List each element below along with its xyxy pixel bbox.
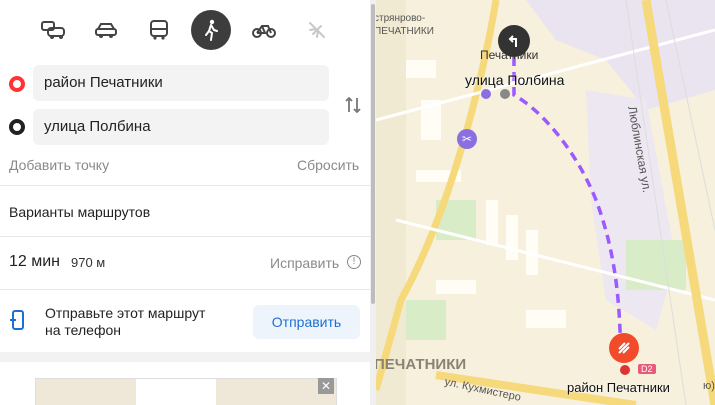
ad-close-button[interactable]: ✕ — [318, 378, 334, 394]
send-route-text: Отправьте этот маршрут на телефон — [45, 305, 205, 339]
airplane-icon — [309, 22, 325, 38]
mode-car[interactable] — [86, 10, 126, 50]
add-point-link[interactable]: Добавить точку — [9, 157, 109, 173]
bicycle-icon — [252, 25, 276, 38]
district-icon — [618, 342, 630, 354]
poi-services-icon[interactable]: ✂ — [457, 129, 477, 149]
mode-bicycle[interactable] — [244, 10, 284, 50]
map-street-label: стрянрово- — [376, 13, 426, 24]
mode-bus[interactable] — [139, 10, 179, 50]
map-district-label: ПЕЧАТНИКИ — [376, 356, 467, 373]
route-option[interactable]: 12 мин 970 м Исправить ! — [0, 237, 370, 289]
ad-image-panel — [136, 379, 216, 405]
route-time: 12 мин — [9, 253, 61, 270]
route-from-input[interactable]: район Печатники — [33, 65, 329, 101]
send-text-line1: Отправьте этот маршрут — [45, 305, 206, 321]
route-panel: район Печатники улица Полбина Добавить т… — [0, 0, 370, 405]
poi-dot-icon[interactable] — [481, 89, 491, 99]
route-to-input[interactable]: улица Полбина — [33, 109, 329, 145]
map-canvas — [376, 0, 715, 405]
metro-line-badge: D2 — [638, 364, 656, 374]
mode-airplane[interactable] — [297, 10, 337, 50]
pedestrian-icon — [205, 19, 218, 41]
divider — [0, 289, 370, 290]
end-point-marker — [9, 119, 25, 135]
route-start-marker[interactable] — [609, 333, 639, 363]
divider — [0, 185, 370, 186]
map-street-label: ю) — [703, 380, 715, 392]
phone-icon — [10, 310, 26, 337]
send-text-line2: на телефон — [45, 322, 121, 338]
fix-route-link[interactable]: Исправить — [270, 255, 339, 271]
info-icon[interactable]: ! — [347, 255, 361, 269]
section-separator — [0, 352, 370, 362]
metro-icon[interactable] — [620, 365, 630, 375]
car-icon — [95, 23, 117, 38]
map-destination-label: улица Полбина — [465, 72, 565, 88]
map-view[interactable]: ✂ стрянрово- ПЕЧАТНИКИ Печатники улица П… — [376, 0, 715, 405]
route-distance: 970 м — [71, 255, 106, 270]
swap-icon — [345, 96, 361, 114]
poi-dot-icon[interactable] — [500, 89, 510, 99]
bus-icon — [150, 20, 168, 40]
mode-taxi[interactable] — [33, 10, 73, 50]
turn-arrow-icon — [508, 35, 517, 47]
send-to-phone-button[interactable]: Отправить — [253, 305, 360, 339]
scrollbar-thumb[interactable] — [371, 4, 375, 304]
map-street-label: ПЕЧАТНИКИ — [376, 26, 434, 37]
mode-pedestrian[interactable] — [191, 10, 231, 50]
taxi-car-icon — [41, 21, 65, 39]
advertisement[interactable] — [35, 378, 337, 405]
map-place-label: Печатники — [480, 48, 539, 62]
reset-link[interactable]: Сбросить — [297, 157, 359, 173]
route-variants-title: Варианты маршрутов — [9, 204, 151, 220]
start-point-marker — [9, 76, 25, 92]
transport-mode-bar — [0, 10, 370, 54]
map-origin-label: район Печатники — [567, 380, 670, 395]
swap-points-button[interactable] — [343, 95, 363, 115]
